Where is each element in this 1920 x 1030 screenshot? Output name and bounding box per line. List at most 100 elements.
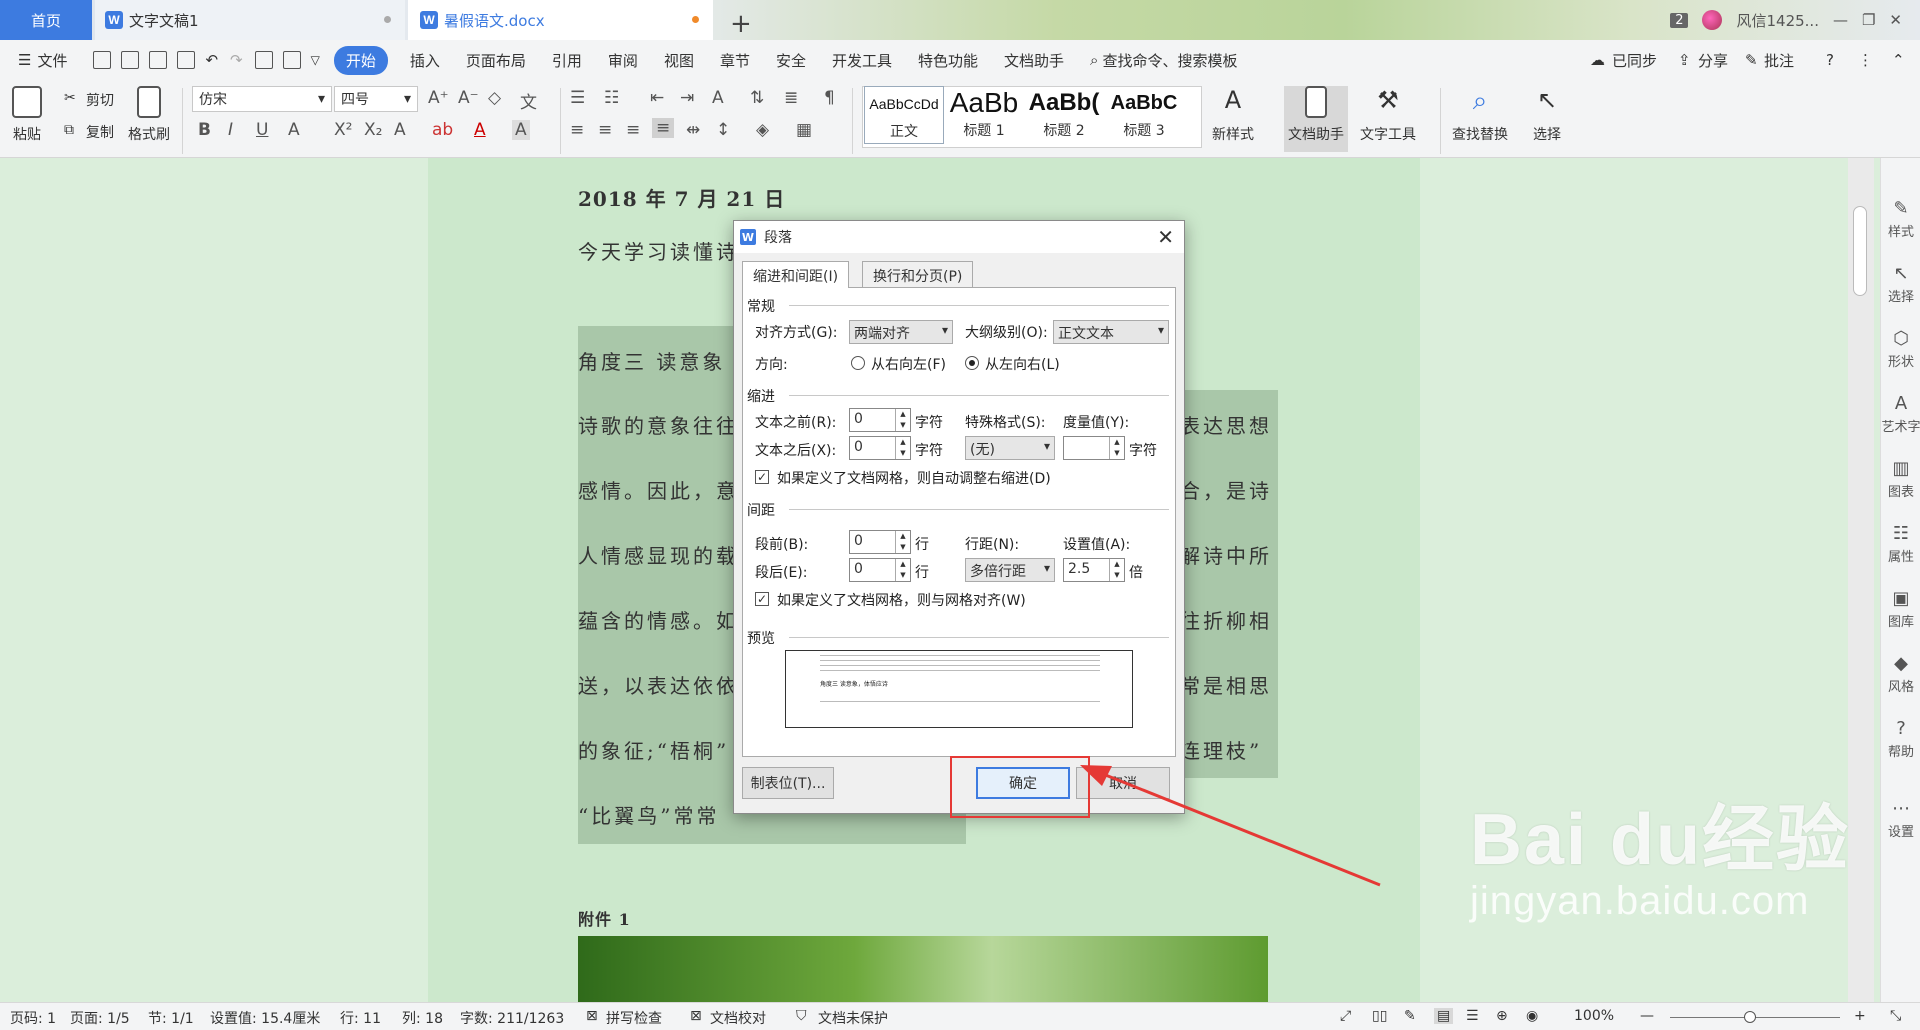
format-painter-button[interactable]: 格式刷 bbox=[128, 86, 170, 144]
style-heading-2[interactable]: AaBb(标题 2 bbox=[1024, 86, 1104, 144]
avatar[interactable] bbox=[1702, 10, 1723, 30]
char-shading-icon[interactable]: A bbox=[512, 120, 530, 140]
phonetic-icon[interactable]: 文 bbox=[520, 88, 537, 113]
unit-chars[interactable]: 字符 bbox=[915, 412, 943, 432]
italic-icon[interactable]: I bbox=[228, 120, 233, 140]
synced-status[interactable]: 已同步 bbox=[1612, 50, 1657, 71]
page-view-icon[interactable]: ▤ bbox=[1434, 1008, 1454, 1024]
new-doc-icon[interactable] bbox=[93, 51, 112, 69]
measure-spinner[interactable] bbox=[1063, 436, 1125, 460]
auto-indent-label[interactable]: 如果定义了文档网格，则自动调整右缩进(D) bbox=[777, 468, 1051, 488]
alignment-select[interactable]: 两端对齐 bbox=[849, 320, 953, 344]
set-value-spinner[interactable]: 2.5 bbox=[1063, 558, 1125, 582]
fullscreen-icon[interactable]: ⤡ bbox=[1890, 1008, 1901, 1024]
copy-icon[interactable]: ⧉ bbox=[64, 122, 74, 138]
menu-file[interactable]: 文件 bbox=[37, 50, 67, 71]
save-icon[interactable] bbox=[149, 51, 168, 69]
attachment-image[interactable] bbox=[578, 936, 1268, 1008]
tab-line-page-break[interactable]: 换行和分页(P) bbox=[862, 261, 974, 287]
status-set-value[interactable]: 设置值: 15.4厘米 bbox=[210, 1008, 320, 1028]
menu-insert[interactable]: 插入 bbox=[410, 50, 440, 71]
menu-view[interactable]: 视图 bbox=[664, 50, 694, 71]
new-tab-button[interactable]: + bbox=[730, 4, 752, 44]
unit-chars[interactable]: 字符 bbox=[915, 440, 943, 460]
tab-indent-spacing[interactable]: 缩进和间距(I) bbox=[742, 261, 850, 288]
help-icon[interactable]: ? bbox=[1826, 51, 1834, 69]
grow-font-icon[interactable]: A⁺ bbox=[428, 88, 449, 108]
more-icon[interactable]: ⋮ bbox=[1858, 51, 1873, 69]
style-heading-1[interactable]: AaBb 标题 1 bbox=[944, 86, 1024, 144]
align-center-icon[interactable]: ≡ bbox=[598, 120, 612, 140]
sidebar-help[interactable]: ? 帮助 bbox=[1881, 718, 1920, 760]
restore-icon[interactable]: ❐ bbox=[1862, 11, 1875, 29]
eye-protect-icon[interactable]: ◉ bbox=[1526, 1008, 1538, 1024]
print-icon[interactable] bbox=[254, 51, 273, 69]
share-icon[interactable]: ⇪ bbox=[1678, 51, 1691, 69]
menu-security[interactable]: 安全 bbox=[776, 50, 806, 71]
undo-icon[interactable]: ↶ bbox=[205, 51, 218, 69]
proofread-icon[interactable]: ⊠ bbox=[690, 1008, 702, 1024]
minimize-icon[interactable]: — bbox=[1833, 11, 1848, 29]
cut-button[interactable]: 剪切 bbox=[86, 90, 114, 110]
status-row[interactable]: 行: 11 bbox=[340, 1008, 381, 1028]
show-marks-icon[interactable]: ¶ bbox=[824, 88, 835, 108]
font-size-select[interactable]: 四号 ▾ bbox=[334, 86, 418, 112]
status-page-code[interactable]: 页码: 1 bbox=[10, 1008, 56, 1028]
read-mode-icon[interactable]: ▯▯ bbox=[1372, 1008, 1387, 1024]
align-right-icon[interactable]: ≡ bbox=[626, 120, 640, 140]
snap-grid-checkbox[interactable]: ✓ bbox=[755, 592, 769, 606]
cloud-sync-icon[interactable]: ☁ bbox=[1590, 51, 1605, 69]
quick-access-dropdown-icon[interactable]: ▽ bbox=[311, 53, 320, 67]
sidebar-select[interactable]: ↖ 选择 bbox=[1881, 263, 1920, 305]
menu-chapter[interactable]: 章节 bbox=[720, 50, 750, 71]
style-heading-3[interactable]: AaBbC 标题 3 bbox=[1104, 86, 1184, 144]
web-view-icon[interactable]: ⊕ bbox=[1496, 1008, 1508, 1024]
hamburger-icon[interactable]: ☰ bbox=[18, 51, 31, 69]
ltr-radio[interactable] bbox=[965, 356, 979, 370]
shading-icon[interactable]: ◈ bbox=[756, 120, 769, 140]
tab-document-1[interactable]: W 文字文稿1 bbox=[95, 0, 405, 40]
status-col[interactable]: 列: 18 bbox=[402, 1008, 443, 1028]
snap-grid-label[interactable]: 如果定义了文档网格，则与网格对齐(W) bbox=[777, 590, 1026, 610]
outline-view-icon[interactable]: ☰ bbox=[1466, 1008, 1479, 1024]
text-tools-button[interactable]: ⚒ 文字工具 bbox=[1360, 86, 1416, 144]
sidebar-chart[interactable]: ▥ 图表 bbox=[1881, 458, 1920, 500]
border-icon[interactable]: ▦ bbox=[796, 120, 812, 140]
menu-features[interactable]: 特色功能 bbox=[918, 50, 978, 71]
auto-indent-checkbox[interactable]: ✓ bbox=[755, 470, 769, 484]
copy-button[interactable]: 复制 bbox=[86, 122, 114, 142]
space-before-spinner[interactable]: 0 bbox=[849, 530, 911, 554]
save-as-icon[interactable] bbox=[177, 51, 196, 69]
print-preview-icon[interactable] bbox=[282, 51, 301, 69]
collapse-ribbon-icon[interactable]: ⌃ bbox=[1892, 51, 1905, 69]
menu-start[interactable]: 开始 bbox=[333, 45, 388, 75]
decrease-indent-icon[interactable]: ⇤ bbox=[650, 88, 664, 108]
menu-reference[interactable]: 引用 bbox=[552, 50, 582, 71]
status-page[interactable]: 页面: 1/5 bbox=[70, 1008, 130, 1028]
sidebar-wordart[interactable]: A 艺术字 bbox=[1881, 393, 1920, 435]
user-name[interactable]: 风信1425... bbox=[1736, 10, 1818, 31]
status-words[interactable]: 字数: 211/1263 bbox=[460, 1008, 564, 1028]
close-icon[interactable]: ✕ bbox=[1889, 11, 1902, 29]
tab-status-dot[interactable] bbox=[384, 16, 391, 23]
close-icon[interactable]: ✕ bbox=[1157, 225, 1174, 249]
sidebar-shape[interactable]: ⬡ 形状 bbox=[1881, 328, 1920, 370]
line-spacing-icon[interactable]: ↕ bbox=[716, 120, 730, 140]
font-name-select[interactable]: 仿宋 ▾ bbox=[192, 86, 332, 112]
rtl-radio[interactable] bbox=[851, 356, 865, 370]
superscript-icon[interactable]: X² bbox=[334, 120, 352, 140]
comment-button[interactable]: 批注 bbox=[1764, 50, 1794, 71]
unit-lines[interactable]: 行 bbox=[915, 534, 929, 554]
menu-review[interactable]: 审阅 bbox=[608, 50, 638, 71]
before-text-spinner[interactable]: 0 bbox=[849, 408, 911, 432]
underline-icon[interactable]: U bbox=[256, 120, 268, 140]
number-list-icon[interactable]: ☷ bbox=[604, 88, 619, 108]
zoom-level[interactable]: 100% bbox=[1574, 1008, 1614, 1024]
edit-mode-icon[interactable]: ✎ bbox=[1404, 1008, 1416, 1024]
window-count-badge[interactable]: 2 bbox=[1670, 12, 1689, 28]
zoom-slider-thumb[interactable] bbox=[1744, 1011, 1756, 1023]
line-spacing-select[interactable]: 多倍行距 bbox=[965, 558, 1055, 582]
sidebar-theme[interactable]: ◆ 风格 bbox=[1881, 653, 1920, 695]
doc-helper-button[interactable]: 文档助手 bbox=[1284, 86, 1348, 152]
subscript-icon[interactable]: X₂ bbox=[364, 120, 382, 140]
